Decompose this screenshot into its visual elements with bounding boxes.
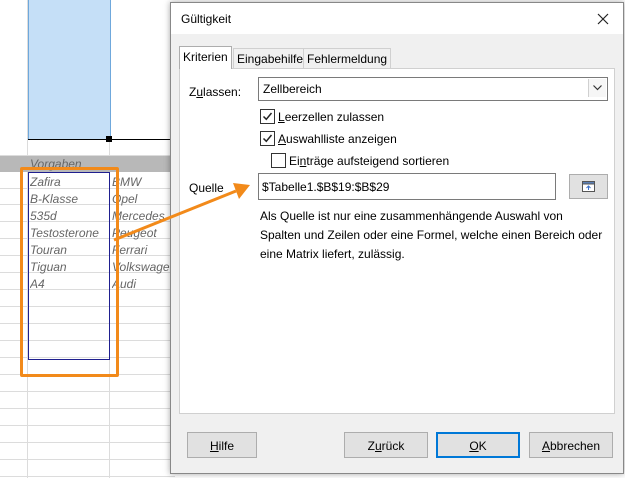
checkbox-sortieren[interactable] xyxy=(271,153,286,168)
tab-panel: Zulassen: Zellbereich Leerzellen zulasse… xyxy=(179,68,615,414)
selection-border xyxy=(28,139,175,140)
tab-eingabehilfe[interactable]: Eingabehilfe xyxy=(233,48,308,69)
checkbox-label-auswahlliste[interactable]: Auswahlliste anzeigen xyxy=(278,132,397,146)
grid-line xyxy=(0,425,175,426)
cell-c[interactable]: Peugeot xyxy=(112,225,172,241)
quelle-value: $Tabelle1.$B$19:$B$29 xyxy=(262,180,390,194)
title-bar[interactable]: Gültigkeit xyxy=(171,3,623,34)
grid-line xyxy=(0,391,175,392)
hint-text: Als Quelle ist nur eine zusammenhängende… xyxy=(260,209,603,261)
zulassen-value: Zellbereich xyxy=(263,82,322,96)
tab-fehlermeldung[interactable]: Fehlermeldung xyxy=(303,48,392,69)
highlight-annotation xyxy=(20,167,119,377)
selected-range[interactable] xyxy=(28,0,111,139)
cell-c[interactable]: Mercedes xyxy=(112,208,172,224)
cell-c[interactable]: Audi xyxy=(112,276,172,292)
ok-button[interactable]: OK xyxy=(436,432,520,458)
cancel-button[interactable]: Abbrechen xyxy=(529,432,613,458)
cell-c[interactable]: Ferrari xyxy=(112,242,172,258)
quelle-input[interactable]: $Tabelle1.$B$19:$B$29 xyxy=(258,173,556,200)
grid-line xyxy=(0,476,175,477)
checkbox-auswahlliste[interactable] xyxy=(260,131,275,146)
dialog-title: Gültigkeit xyxy=(181,12,232,26)
grid-line xyxy=(0,408,175,409)
reset-button[interactable]: Zurück xyxy=(344,432,428,458)
close-icon[interactable] xyxy=(583,3,623,34)
checkbox-label-leerzellen[interactable]: Leerzellen zulassen xyxy=(278,110,384,124)
cell-c[interactable]: Volkswage xyxy=(112,259,172,275)
fill-handle[interactable] xyxy=(106,136,112,142)
quelle-label: Quelle xyxy=(189,181,224,195)
help-button[interactable]: Hilfe xyxy=(187,432,257,458)
shrink-icon[interactable] xyxy=(569,174,608,199)
grid-line xyxy=(0,442,175,443)
validity-dialog: Gültigkeit Kriterien Eingabehilfe Fehler… xyxy=(170,2,624,474)
checkbox-label-sortieren[interactable]: Einträge aufsteigend sortieren xyxy=(289,154,449,168)
chevron-down-icon[interactable] xyxy=(588,79,606,97)
cell-c[interactable]: Opel xyxy=(112,191,172,207)
cell-c[interactable]: BMW xyxy=(112,174,172,190)
zulassen-dropdown[interactable]: Zellbereich xyxy=(258,77,608,101)
zulassen-label: Zulassen: xyxy=(189,85,242,99)
grid-line xyxy=(0,459,175,460)
checkbox-leerzellen[interactable] xyxy=(260,109,275,124)
tab-kriterien[interactable]: Kriterien xyxy=(179,46,232,69)
